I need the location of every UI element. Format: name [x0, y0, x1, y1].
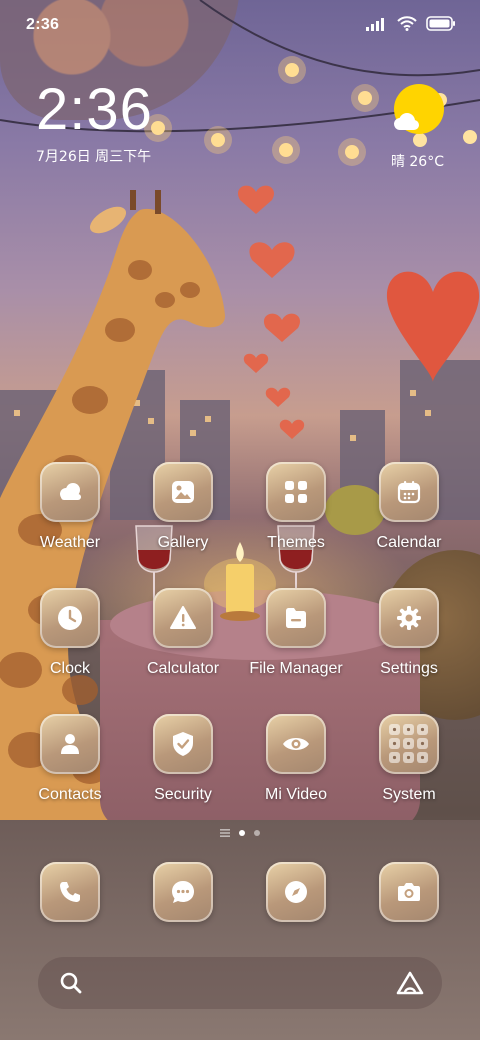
calculator-icon: [153, 588, 213, 648]
app-mi-video[interactable]: Mi Video: [236, 714, 356, 804]
phone-icon: [40, 862, 100, 922]
system-folder-icon: [379, 714, 439, 774]
app-label: Calendar: [376, 534, 442, 551]
app-clock[interactable]: Clock: [10, 588, 130, 678]
dock-camera[interactable]: [349, 862, 469, 922]
list-pages-icon: [220, 829, 230, 837]
app-settings[interactable]: Settings: [349, 588, 469, 678]
signal-icon: [366, 17, 384, 31]
heart-balloon: [386, 271, 480, 382]
app-system-folder[interactable]: System: [349, 714, 469, 804]
messages-icon: [153, 862, 213, 922]
app-label: System: [382, 786, 436, 803]
app-label: Mi Video: [265, 786, 327, 803]
app-themes[interactable]: Themes: [236, 462, 356, 552]
file-manager-icon: [266, 588, 326, 648]
app-label: Security: [154, 786, 212, 803]
clock-widget[interactable]: 2:36 7月26日 周三下午: [36, 80, 153, 166]
search-icon[interactable]: [60, 972, 82, 994]
app-label: Clock: [49, 660, 90, 677]
page-indicator[interactable]: [0, 829, 480, 837]
themes-icon: [266, 462, 326, 522]
app-label: Themes: [267, 534, 325, 551]
page-dot-active: [239, 830, 245, 836]
floating-hearts: [237, 185, 305, 439]
calendar-icon: [379, 462, 439, 522]
status-icons: [366, 16, 456, 31]
app-contacts[interactable]: Contacts: [10, 714, 130, 804]
contacts-icon: [40, 714, 100, 774]
page-dot: [254, 830, 260, 836]
clock-widget-date: 7月26日 周三下午: [36, 149, 152, 165]
app-label: Calculator: [146, 660, 220, 677]
dock-browser[interactable]: [236, 862, 356, 922]
clock-icon: [40, 588, 100, 648]
settings-icon: [379, 588, 439, 648]
security-icon: [153, 714, 213, 774]
app-label: File Manager: [249, 660, 343, 677]
dock-phone[interactable]: [10, 862, 130, 922]
partly-sunny-icon: [394, 84, 444, 134]
search-bar[interactable]: [38, 957, 442, 1009]
app-file-manager[interactable]: File Manager: [236, 588, 356, 678]
status-bar: 2:36: [0, 0, 480, 50]
weather-widget-text: 晴 26°C: [390, 154, 444, 170]
weather-widget[interactable]: 晴 26°C: [390, 84, 444, 171]
app-calculator[interactable]: Calculator: [123, 588, 243, 678]
app-label: Gallery: [157, 534, 209, 551]
app-calendar[interactable]: Calendar: [349, 462, 469, 552]
weather-icon: [40, 462, 100, 522]
app-label: Settings: [380, 660, 438, 677]
gallery-icon: [153, 462, 213, 522]
app-gallery[interactable]: Gallery: [123, 462, 243, 552]
assistant-icon[interactable]: [396, 971, 424, 995]
battery-icon: [426, 16, 455, 31]
status-time: 2:36: [26, 16, 60, 33]
app-weather[interactable]: Weather: [10, 462, 130, 552]
mi-video-icon: [266, 714, 326, 774]
wifi-icon: [397, 16, 417, 31]
clock-widget-time: 2:36: [36, 77, 153, 142]
dock-messages[interactable]: [123, 862, 243, 922]
browser-icon: [266, 862, 326, 922]
app-security[interactable]: Security: [123, 714, 243, 804]
app-label: Weather: [39, 534, 101, 551]
camera-icon: [379, 862, 439, 922]
app-label: Contacts: [38, 786, 102, 803]
